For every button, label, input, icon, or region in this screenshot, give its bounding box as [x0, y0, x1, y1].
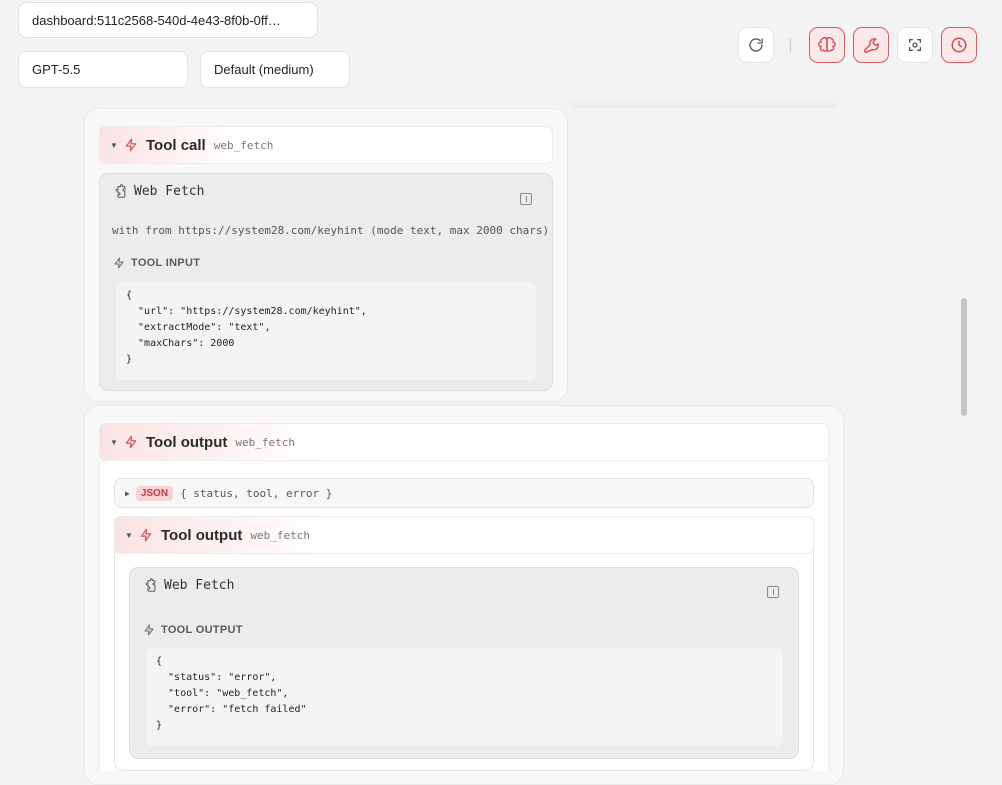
web-fetch-input-card: Web Fetch with from https://system28.com…	[99, 173, 553, 391]
json-summary: { status, tool, error }	[180, 486, 333, 500]
nested-tool-output-title: Tool output	[161, 526, 243, 544]
clock-icon	[951, 37, 967, 53]
focus-button[interactable]	[897, 27, 933, 63]
json-badge: JSON	[135, 485, 174, 501]
tool-output-title: Tool output	[146, 433, 228, 451]
expand-caret-icon[interactable]: ▶	[125, 489, 130, 498]
bolt-icon	[124, 435, 142, 449]
chat-fade	[570, 98, 835, 108]
tools-toggle-button[interactable]	[853, 27, 889, 63]
model-value: GPT-5.5	[32, 62, 81, 77]
history-toggle-button[interactable]	[941, 27, 977, 63]
tool-output-header[interactable]: ▼ Tool output web_fetch	[99, 423, 829, 461]
collapse-caret-icon[interactable]: ▼	[125, 531, 139, 540]
expand-icon[interactable]	[520, 193, 532, 205]
nested-tool-output-header[interactable]: ▼ Tool output web_fetch	[114, 516, 814, 554]
card-title: Web Fetch	[164, 578, 235, 593]
tool-output-label: TOOL OUTPUT	[161, 624, 243, 636]
collapse-caret-icon[interactable]: ▼	[110, 438, 124, 447]
reasoning-toggle-button[interactable]	[809, 27, 845, 63]
tool-call-header[interactable]: ▼ Tool call web_fetch	[99, 126, 553, 164]
puzzle-icon	[115, 184, 126, 198]
tool-description: with from https://system28.com/keyhint (…	[112, 224, 550, 237]
expand-icon[interactable]	[767, 586, 779, 598]
bolt-icon	[114, 257, 124, 269]
card-title: Web Fetch	[134, 184, 205, 199]
tool-call-title: Tool call	[146, 136, 206, 154]
model-select[interactable]: GPT-5.5	[18, 51, 188, 88]
nested-tool-output-name: web_fetch	[250, 528, 310, 542]
brain-icon	[818, 36, 836, 52]
tool-input-code: { "url": "https://system28.com/keyhint",…	[116, 282, 536, 380]
effort-select[interactable]: Default (medium)	[200, 51, 350, 88]
toolbar-divider	[790, 38, 791, 52]
web-fetch-output-card: Web Fetch TOOL OUTPUT { "status": "error…	[129, 567, 799, 759]
effort-value: Default (medium)	[214, 62, 314, 77]
tool-input-label: TOOL INPUT	[131, 257, 201, 269]
bolt-icon	[139, 528, 157, 542]
tool-output-name: web_fetch	[235, 435, 295, 449]
bolt-icon	[144, 624, 154, 636]
wrench-icon	[863, 37, 879, 53]
refresh-button[interactable]	[738, 27, 774, 63]
bolt-icon	[124, 138, 142, 152]
json-summary-row[interactable]: ▶ JSON { status, tool, error }	[114, 478, 814, 508]
scrollbar-thumb[interactable]	[961, 298, 967, 416]
session-select[interactable]: dashboard:511c2568-540d-4e43-8f0b-0ff…	[18, 2, 318, 38]
session-value: dashboard:511c2568-540d-4e43-8f0b-0ff…	[32, 12, 281, 28]
focus-icon	[909, 39, 921, 51]
collapse-caret-icon[interactable]: ▼	[110, 141, 124, 150]
puzzle-icon	[145, 578, 156, 592]
tool-input-section: TOOL INPUT	[113, 257, 200, 269]
tool-output-code: { "status": "error", "tool": "web_fetch"…	[146, 648, 783, 746]
tool-call-name: web_fetch	[213, 138, 274, 152]
tool-output-section: TOOL OUTPUT	[143, 624, 243, 636]
refresh-icon	[749, 38, 763, 52]
